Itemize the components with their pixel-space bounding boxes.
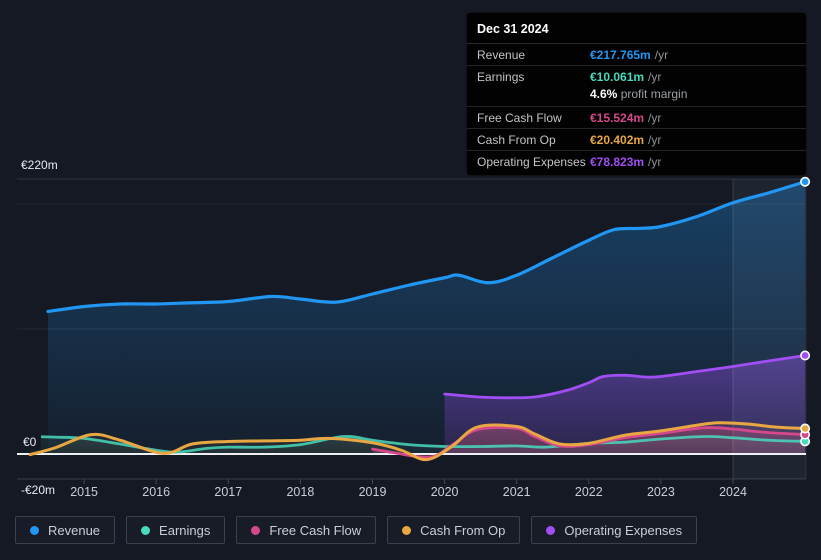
legend-item-earnings[interactable]: Earnings (126, 516, 225, 544)
tooltip-row-earnings: Earnings€10.061m/yr4.6% profit margin (467, 66, 806, 107)
tooltip-suffix-free_cash_flow: /yr (648, 111, 661, 125)
tooltip-label-earnings: Earnings (477, 70, 590, 84)
tooltip-label-operating_expenses: Operating Expenses (477, 155, 590, 169)
legend-item-free_cash_flow[interactable]: Free Cash Flow (236, 516, 376, 544)
x-axis-label-2022: 2022 (565, 485, 613, 499)
x-axis-label-2021: 2021 (493, 485, 541, 499)
tooltip-row-revenue: Revenue€217.765m/yr (467, 44, 806, 66)
revenue-legend-dot-icon (30, 526, 39, 535)
legend-item-cash_from_op[interactable]: Cash From Op (387, 516, 520, 544)
tooltip-label-free_cash_flow: Free Cash Flow (477, 111, 590, 125)
y-axis-label-220m: €220m (21, 158, 58, 172)
legend-label-free_cash_flow: Free Cash Flow (269, 523, 361, 538)
x-axis-label-2019: 2019 (349, 485, 397, 499)
legend-item-operating_expenses[interactable]: Operating Expenses (531, 516, 697, 544)
x-axis-label-2020: 2020 (421, 485, 469, 499)
plot-hover-region[interactable] (17, 179, 806, 479)
earnings-legend-dot-icon (141, 526, 150, 535)
x-axis-label-2015: 2015 (60, 485, 108, 499)
x-axis-label-2016: 2016 (132, 485, 180, 499)
chart-legend: Revenue Earnings Free Cash Flow Cash From O… (15, 516, 697, 544)
tooltip-label-revenue: Revenue (477, 48, 590, 62)
tooltip-suffix-operating_expenses: /yr (648, 155, 661, 169)
legend-item-revenue[interactable]: Revenue (15, 516, 115, 544)
tooltip-value-earnings: €10.061m (590, 70, 644, 84)
tooltip-date: Dec 31 2024 (467, 13, 806, 44)
legend-label-earnings: Earnings (159, 523, 210, 538)
tooltip-value-cash_from_op: €20.402m (590, 133, 644, 147)
y-axis-label--20m: -€20m (21, 483, 55, 497)
operating_expenses-legend-dot-icon (546, 526, 555, 535)
tooltip-suffix-earnings: /yr (648, 70, 661, 84)
x-axis-label-2024: 2024 (709, 485, 757, 499)
y-axis-label-0m: €0 (21, 434, 41, 450)
tooltip-suffix-revenue: /yr (655, 48, 668, 62)
tooltip-value-free_cash_flow: €15.524m (590, 111, 644, 125)
x-axis-label-2018: 2018 (276, 485, 324, 499)
free_cash_flow-legend-dot-icon (251, 526, 260, 535)
tooltip-value-operating_expenses: €78.823m (590, 155, 644, 169)
x-axis-label-2017: 2017 (204, 485, 252, 499)
legend-label-revenue: Revenue (48, 523, 100, 538)
tooltip-row-free_cash_flow: Free Cash Flow€15.524m/yr (467, 107, 806, 129)
data-tooltip-panel: Dec 31 2024 Revenue€217.765m/yrEarnings€… (467, 13, 806, 175)
tooltip-suffix-cash_from_op: /yr (648, 133, 661, 147)
financials-chart-canvas: €220m €0 -€20m 2015 2016 2017 2018 2019 2020 202… (0, 0, 821, 560)
x-axis-label-2023: 2023 (637, 485, 685, 499)
tooltip-row-operating_expenses: Operating Expenses€78.823m/yr (467, 151, 806, 172)
tooltip-label-cash_from_op: Cash From Op (477, 133, 590, 147)
legend-label-cash_from_op: Cash From Op (420, 523, 505, 538)
cash_from_op-legend-dot-icon (402, 526, 411, 535)
tooltip-row-cash_from_op: Cash From Op€20.402m/yr (467, 129, 806, 151)
tooltip-profit-margin: 4.6% profit margin (477, 84, 821, 103)
tooltip-value-revenue: €217.765m (590, 48, 651, 62)
legend-label-operating_expenses: Operating Expenses (564, 523, 682, 538)
